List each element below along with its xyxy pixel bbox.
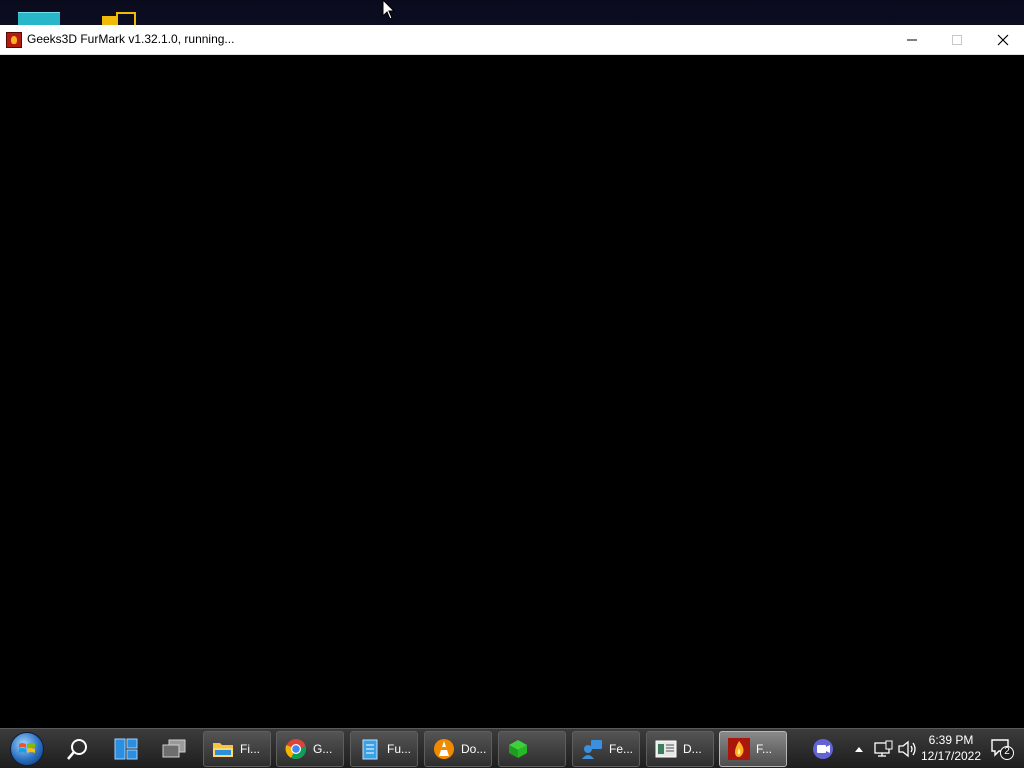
maximize-button[interactable]	[934, 25, 980, 55]
mouse-cursor-icon	[382, 0, 396, 20]
title-bar[interactable]: Geeks3D FurMark v1.32.1.0, running...	[0, 25, 1024, 55]
widgets-button[interactable]	[107, 731, 145, 767]
search-icon	[67, 739, 87, 760]
taskbar-item-label: Fi...	[240, 742, 260, 756]
furmark-icon	[728, 738, 750, 760]
close-icon	[997, 34, 1009, 46]
file-explorer-icon	[212, 738, 234, 760]
taskbar-item-furmark[interactable]: F...	[719, 731, 787, 767]
furmark-window: Geeks3D FurMark v1.32.1.0, running...	[0, 25, 1024, 728]
search-button[interactable]	[59, 731, 97, 767]
taskbar-item-file-explorer[interactable]: Fi...	[203, 731, 271, 767]
notification-count-badge: 2	[1004, 746, 1010, 757]
clock[interactable]: 6:39 PM 12/17/2022	[920, 732, 982, 764]
teams-tray-icon[interactable]	[810, 738, 836, 760]
window-title: Geeks3D FurMark v1.32.1.0, running...	[27, 32, 235, 46]
close-button[interactable]	[980, 25, 1024, 55]
task-view-icon	[162, 739, 186, 758]
green-cube-icon	[507, 738, 529, 760]
clock-time: 6:39 PM	[928, 733, 974, 747]
maximize-icon	[952, 35, 962, 45]
taskbar-item-label: Fu...	[387, 742, 412, 756]
minimize-button[interactable]	[889, 25, 935, 55]
show-hidden-icons-button[interactable]	[848, 738, 870, 760]
document-icon	[655, 738, 677, 760]
taskbar-item-label: Do...	[461, 742, 487, 756]
desktop	[0, 0, 1024, 25]
vlc-icon	[433, 738, 455, 760]
folder-icon[interactable]	[102, 12, 136, 25]
volume-icon[interactable]	[896, 738, 918, 760]
minimize-icon	[907, 39, 917, 41]
taskbar-item-feedback-hub[interactable]: Fe...	[572, 731, 640, 767]
notification-center-button[interactable]: 2	[990, 738, 1014, 760]
chrome-icon	[285, 738, 307, 760]
windows-logo-icon	[10, 732, 44, 766]
desktop-shortcut-icon[interactable]	[18, 12, 60, 25]
widgets-icon	[114, 738, 138, 760]
clock-date: 12/17/2022	[920, 749, 982, 763]
taskbar-item-notepad[interactable]: Fu...	[350, 731, 418, 767]
furmark-icon	[6, 32, 22, 48]
taskbar-item-document[interactable]: D...	[646, 731, 714, 767]
task-view-button[interactable]	[155, 731, 193, 767]
network-icon[interactable]	[872, 738, 894, 760]
taskbar-item-green-app[interactable]	[498, 731, 566, 767]
taskbar-item-label: Fe...	[609, 742, 634, 756]
chevron-up-icon	[855, 747, 863, 752]
taskbar: Fi... G... Fu... Do... Fe... D... F... 6…	[0, 728, 1024, 768]
taskbar-item-label: F...	[756, 742, 773, 756]
taskbar-item-vlc[interactable]: Do...	[424, 731, 492, 767]
start-button[interactable]	[8, 731, 46, 767]
taskbar-item-label: D...	[683, 742, 702, 756]
render-viewport[interactable]	[0, 55, 1024, 728]
taskbar-item-label: G...	[313, 742, 333, 756]
taskbar-item-chrome[interactable]: G...	[276, 731, 344, 767]
feedback-hub-icon	[581, 738, 603, 760]
notepad-icon	[359, 738, 381, 760]
